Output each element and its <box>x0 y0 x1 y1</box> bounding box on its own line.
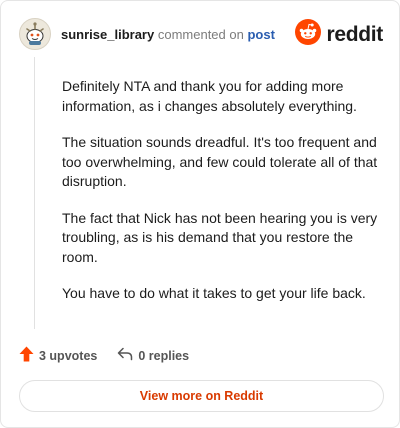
upvote-count: 3 upvotes <box>39 348 98 363</box>
comment-body: Definitely NTA and thank you for adding … <box>62 77 382 321</box>
thread-line <box>34 57 35 329</box>
reply-icon <box>117 347 138 364</box>
comment-paragraph: The situation sounds dreadful. It's too … <box>62 134 378 189</box>
comment-header: sunrise_library commented on post reddit <box>19 17 383 51</box>
snoo-avatar-icon[interactable] <box>19 18 51 50</box>
reply-count: 0 replies <box>138 348 190 363</box>
reddit-brand[interactable]: reddit <box>295 19 383 50</box>
comment-meta: sunrise_library commented on post <box>61 27 275 42</box>
reddit-wordmark: reddit <box>326 22 383 46</box>
reddit-logo-icon <box>295 19 322 50</box>
username-link[interactable]: sunrise_library <box>61 27 154 42</box>
commented-on-text: commented on <box>157 26 244 42</box>
comment-paragraph: The fact that Nick has not been hearing … <box>62 209 378 265</box>
upvote-arrow-icon <box>19 346 39 365</box>
comment-paragraph: You have to do what it takes to get your… <box>62 285 366 301</box>
embedded-comment-card: sunrise_library commented on post reddit <box>0 0 400 428</box>
post-link[interactable]: post <box>247 27 274 42</box>
upvote-button[interactable]: 3 upvotes <box>19 346 97 365</box>
comment-paragraph: Definitely NTA and thank you for adding … <box>62 78 357 114</box>
reply-button[interactable]: 0 replies <box>117 347 189 364</box>
comment-actions: 3 upvotes 0 replies <box>19 346 189 365</box>
view-more-on-reddit-button[interactable]: View more on Reddit <box>19 380 384 412</box>
